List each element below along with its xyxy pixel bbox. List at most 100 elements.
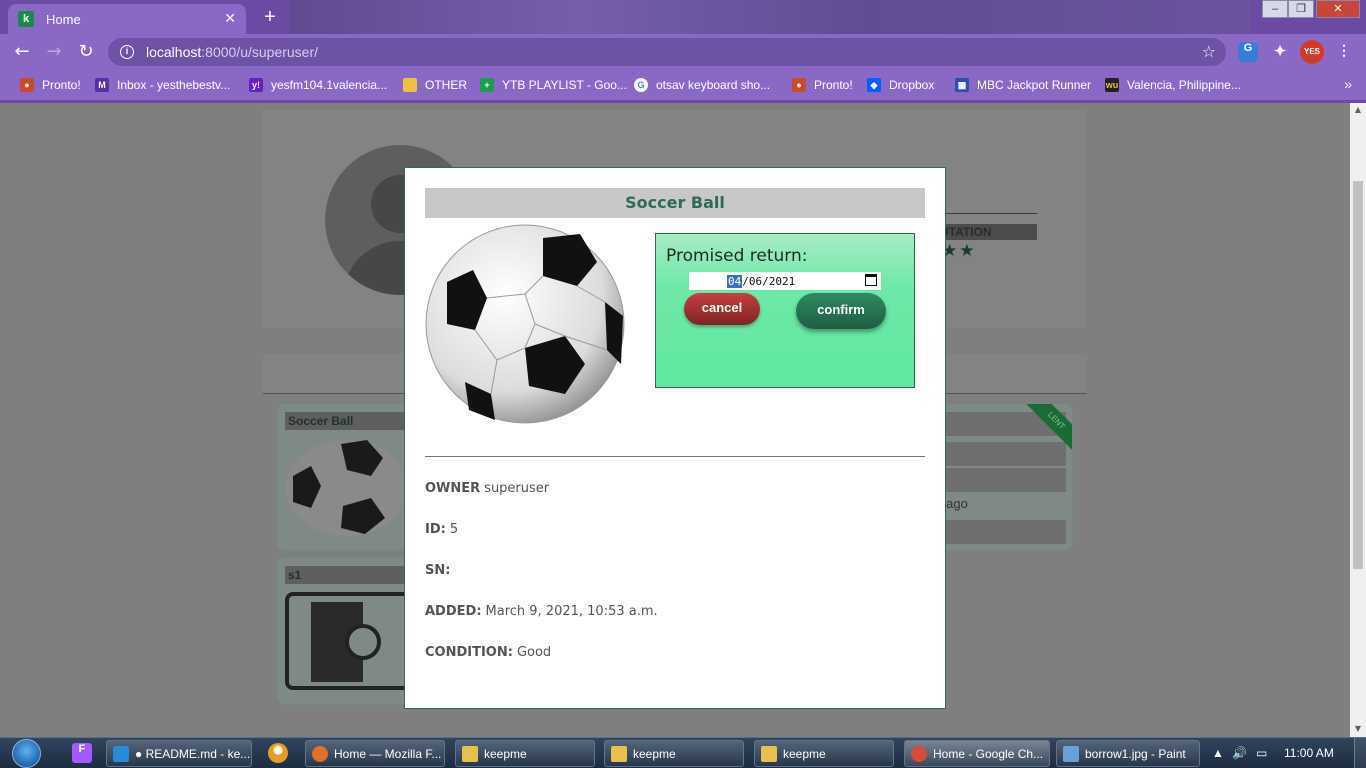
- weather-underground-icon: wu: [1105, 78, 1119, 92]
- taskbar-firefox[interactable]: Home — Mozilla F...: [305, 740, 445, 767]
- bookmark-star-icon[interactable]: ☆: [1202, 42, 1216, 61]
- minimize-button[interactable]: –: [1262, 0, 1288, 18]
- modal-title: Soccer Ball: [425, 188, 925, 218]
- windows-taskbar: F ● README.md - ke... ◉ Home — Mozilla F…: [0, 737, 1366, 768]
- borrow-form: Promised return: 04/06/2021 cancel confi…: [655, 233, 915, 388]
- bookmark-item[interactable]: ▦ MBC Jackpot Runner: [955, 76, 1091, 94]
- folder-icon: [611, 745, 627, 762]
- bookmarks-bar: ● Pronto! M Inbox - yesthebestv... y! yesfm…: [0, 70, 1366, 100]
- item-card-soccer-ball[interactable]: Soccer Ball: [276, 403, 416, 551]
- taskbar-vscode[interactable]: ● README.md - ke...: [106, 740, 252, 767]
- show-desktop-button[interactable]: [1354, 738, 1366, 768]
- item-detail-modal: Soccer Ball Promised return: 04/06/2021 …: [404, 167, 946, 709]
- item-card-right[interactable]: s ago LENT: [935, 403, 1073, 551]
- yahoo-mail-icon: M: [95, 78, 109, 92]
- return-date-input[interactable]: 04/06/2021: [689, 272, 881, 290]
- volume-icon[interactable]: 🔊: [1232, 746, 1247, 760]
- windows-orb-icon: [12, 739, 41, 768]
- puzzle-extensions-icon[interactable]: ✦: [1270, 42, 1290, 62]
- item-placeholder-thumbnail: [285, 592, 415, 690]
- forward-arrow-icon[interactable]: →: [42, 40, 66, 64]
- tab-title: Home: [46, 11, 81, 27]
- google-icon: G: [634, 78, 648, 92]
- added-detail: ADDED: March 9, 2021, 10:53 a.m.: [425, 604, 658, 619]
- page-scrollbar[interactable]: ▲ ▼: [1350, 103, 1366, 737]
- condition-detail: CONDITION: Good: [425, 645, 552, 660]
- mbc-icon: ▦: [955, 78, 969, 92]
- bookmark-item[interactable]: Gotsav keyboard sho...: [634, 76, 770, 94]
- scroll-down-icon[interactable]: ▼: [1350, 724, 1366, 733]
- owner-detail: OWNER superuser: [425, 481, 550, 496]
- cancel-button[interactable]: cancel: [684, 293, 760, 325]
- more-bookmarks-icon[interactable]: »: [1344, 76, 1352, 92]
- soccer-ball-thumbnail: [285, 440, 409, 536]
- details-divider: [425, 456, 925, 457]
- calendar-icon[interactable]: [865, 274, 877, 286]
- url-path: :8000/u/superuser/: [201, 44, 319, 60]
- reputation-divider: [940, 213, 1037, 214]
- sn-detail: SN:: [425, 563, 451, 578]
- bookmark-item[interactable]: ◆ Dropbox: [867, 76, 934, 94]
- folder-icon: [761, 745, 777, 762]
- promised-return-label: Promised return:: [666, 246, 808, 266]
- tab-close-icon[interactable]: ✕: [224, 11, 236, 27]
- sheets-icon: +: [480, 78, 494, 92]
- reputation-stars: ★★: [942, 241, 977, 261]
- chrome-icon: [911, 745, 927, 762]
- date-month-segment[interactable]: 04: [727, 274, 743, 288]
- vscode-icon: [113, 745, 129, 762]
- keepme-favicon-icon: k: [18, 11, 34, 27]
- browser-tab-home[interactable]: k Home ✕: [8, 4, 246, 34]
- id-detail: ID: 5: [425, 522, 459, 537]
- taskbar-explorer-2[interactable]: keepme: [604, 740, 744, 767]
- folder-icon: [462, 745, 478, 762]
- card-title: Soccer Ball: [285, 412, 415, 430]
- tray-expand-icon[interactable]: ▲: [1212, 746, 1224, 760]
- bookmark-item[interactable]: y! yesfm104.1valencia...: [249, 76, 387, 94]
- chrome-icon[interactable]: ◉: [268, 743, 288, 763]
- pronto-icon: ●: [20, 78, 34, 92]
- new-tab-button[interactable]: +: [258, 6, 282, 28]
- bookmark-item[interactable]: wu Valencia, Philippine...: [1105, 76, 1241, 94]
- back-arrow-icon[interactable]: ←: [10, 40, 34, 64]
- paint-icon: [1063, 745, 1079, 762]
- bookmark-item[interactable]: ● Pronto!: [20, 76, 81, 94]
- site-info-icon[interactable]: i: [120, 45, 134, 59]
- card-title: s1: [285, 566, 415, 584]
- confirm-button[interactable]: confirm: [796, 293, 886, 329]
- soccer-ball-image: [425, 224, 625, 424]
- browser-titlebar: k Home ✕ + – ❐ ✕: [0, 0, 1366, 34]
- item-card-s1[interactable]: s1: [276, 557, 416, 705]
- bookmark-item[interactable]: M Inbox - yesthebestv...: [95, 76, 230, 94]
- pronto-icon: ●: [792, 78, 806, 92]
- scroll-up-icon[interactable]: ▲: [1350, 105, 1366, 114]
- start-button[interactable]: [6, 738, 46, 768]
- bookmark-item[interactable]: + YTB PLAYLIST - Goo...: [480, 76, 627, 94]
- figma-icon[interactable]: F: [72, 743, 92, 763]
- firefox-icon: [312, 745, 328, 762]
- taskbar-clock[interactable]: 11:00 AM: [1284, 746, 1334, 760]
- reputation-label: UTATION: [940, 224, 1037, 240]
- profile-avatar[interactable]: YES: [1300, 40, 1324, 64]
- translate-extension-icon[interactable]: G: [1238, 42, 1258, 62]
- yahoo-icon: y!: [249, 78, 263, 92]
- close-window-button[interactable]: ✕: [1316, 0, 1360, 18]
- bookmark-item[interactable]: OTHER: [403, 76, 467, 94]
- taskbar-explorer-1[interactable]: keepme: [455, 740, 595, 767]
- network-icon[interactable]: ▭: [1256, 746, 1267, 760]
- taskbar-explorer-3[interactable]: keepme: [754, 740, 894, 767]
- bookmark-item[interactable]: ● Pronto!: [792, 76, 853, 94]
- folder-icon: [403, 78, 417, 92]
- maximize-button[interactable]: ❐: [1288, 0, 1314, 18]
- taskbar-paint[interactable]: borrow1.jpg - Paint: [1056, 740, 1200, 767]
- chrome-menu-icon[interactable]: ⋮: [1334, 42, 1354, 62]
- scroll-thumb[interactable]: [1353, 181, 1363, 569]
- dropbox-icon: ◆: [867, 78, 881, 92]
- reload-icon[interactable]: ↻: [74, 40, 98, 64]
- browser-toolbar: ← → ↻ i localhost:8000/u/superuser/ ☆ G …: [0, 34, 1366, 70]
- titlebar-background: [290, 0, 1250, 34]
- url-host: localhost: [146, 44, 202, 60]
- taskbar-chrome[interactable]: Home - Google Ch...: [904, 740, 1050, 767]
- address-bar[interactable]: i localhost:8000/u/superuser/ ☆: [108, 38, 1226, 66]
- date-rest-segment[interactable]: /06/2021: [742, 275, 795, 288]
